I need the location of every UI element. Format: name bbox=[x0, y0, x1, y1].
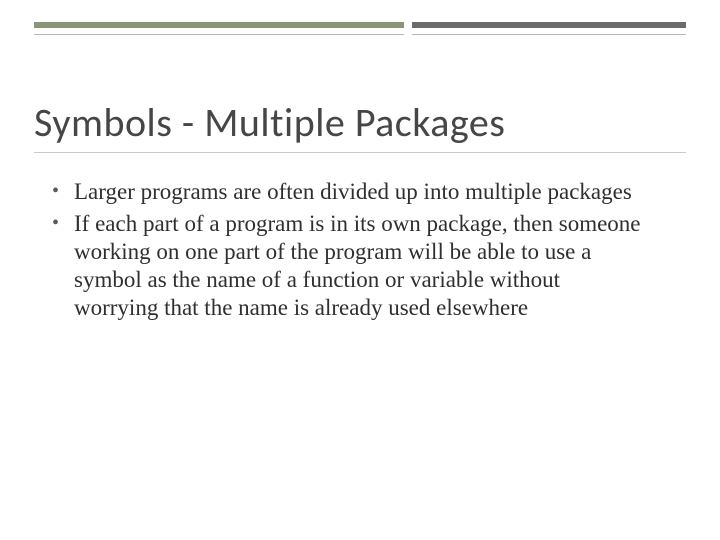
header-rule-thin bbox=[34, 34, 686, 35]
header-rule-accent bbox=[34, 22, 404, 28]
slide-title: Symbols - Multiple Packages bbox=[34, 98, 686, 147]
header-rule bbox=[34, 22, 686, 42]
bullet-item: Larger programs are often divided up int… bbox=[48, 178, 650, 206]
bullet-list: Larger programs are often divided up int… bbox=[48, 178, 650, 322]
slide-body: Larger programs are often divided up int… bbox=[48, 178, 650, 326]
bullet-item: If each part of a program is in its own … bbox=[48, 210, 650, 322]
slide: Symbols - Multiple Packages Larger progr… bbox=[0, 0, 720, 540]
header-rule-dark bbox=[412, 22, 686, 28]
title-underline bbox=[34, 152, 686, 153]
